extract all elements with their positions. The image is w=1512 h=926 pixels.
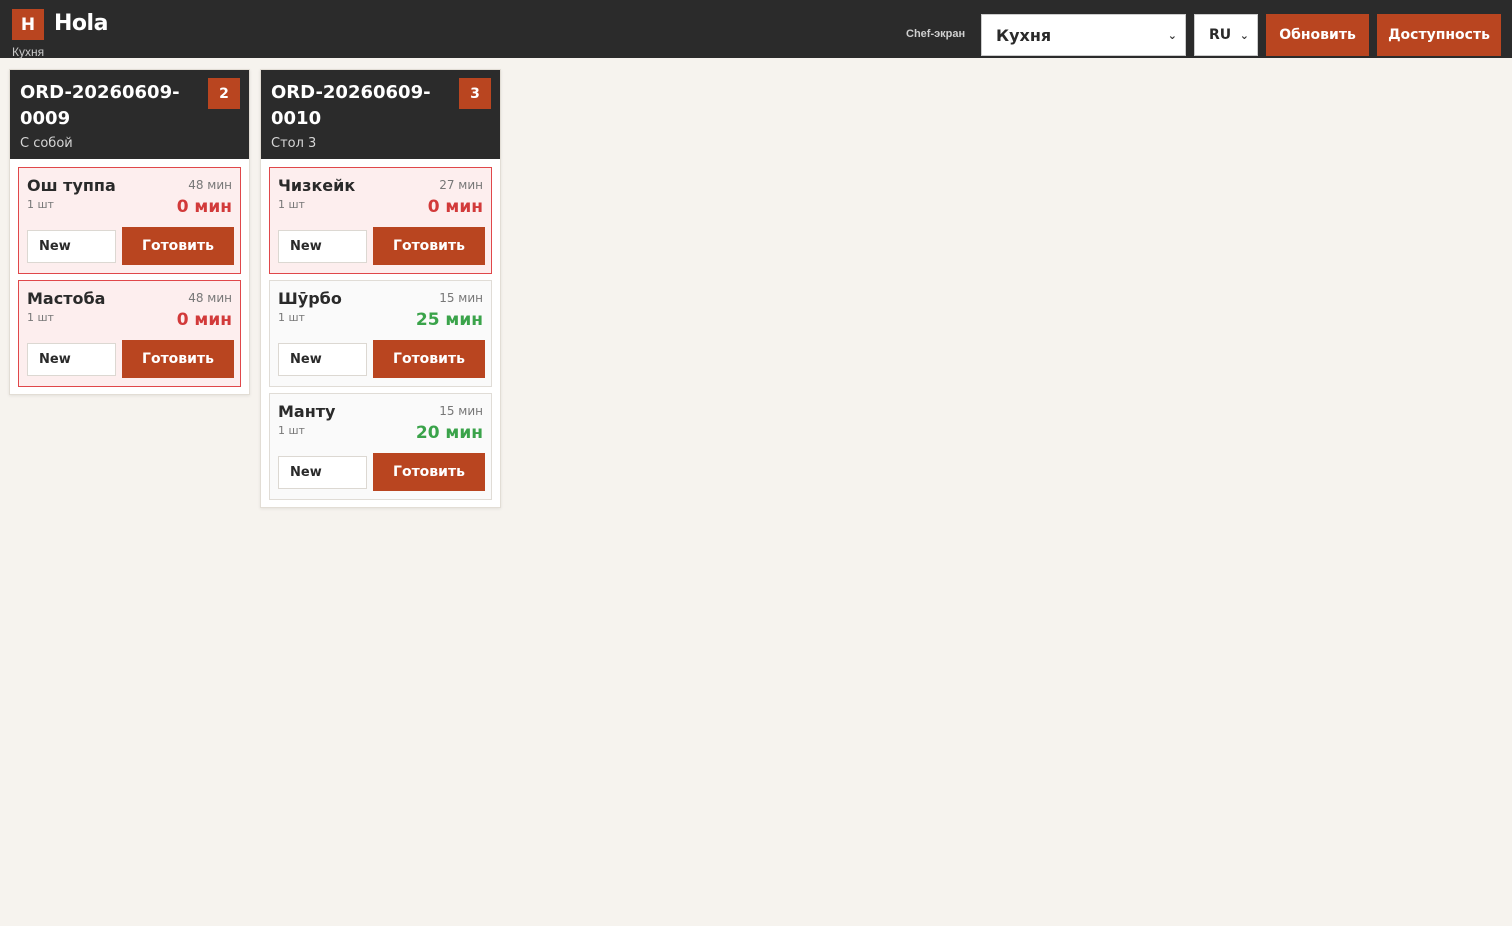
order-card: ORD-20260609-0009 С собой 2 Ош туппа 1 ш… xyxy=(9,69,250,395)
language-select-value: RU xyxy=(1209,27,1232,43)
item-status-field[interactable]: New xyxy=(278,456,367,489)
order-number: ORD-20260609-0009 xyxy=(20,82,180,129)
station-subtitle: Кухня xyxy=(12,45,45,59)
refresh-button[interactable]: Обновить xyxy=(1266,14,1369,56)
item-status-field[interactable]: New xyxy=(278,343,367,376)
cook-button[interactable]: Готовить xyxy=(122,340,234,378)
order-header: ORD-20260609-0010 Стол 3 3 xyxy=(261,70,500,159)
station-select[interactable]: Кухня ⌄ xyxy=(981,14,1186,56)
item-status-field[interactable]: New xyxy=(278,230,367,263)
cook-button[interactable]: Готовить xyxy=(122,227,234,265)
availability-button[interactable]: Доступность xyxy=(1377,14,1501,56)
item-estimate-time: 48 мин xyxy=(188,178,232,192)
cook-button[interactable]: Готовить xyxy=(373,227,485,265)
chevron-down-icon: ⌄ xyxy=(1239,29,1249,42)
item-estimate-time: 15 мин xyxy=(439,291,483,305)
order-card: ORD-20260609-0010 Стол 3 3 Чизкейк 1 шт … xyxy=(260,69,501,508)
cook-button[interactable]: Готовить xyxy=(373,340,485,378)
order-number: ORD-20260609-0010 xyxy=(271,82,431,129)
item-estimate-time: 27 мин xyxy=(439,178,483,192)
order-item-count-badge: 2 xyxy=(208,78,240,109)
language-select[interactable]: RU ⌄ xyxy=(1194,14,1258,56)
order-item-count-badge: 3 xyxy=(459,78,491,109)
order-type: Стол 3 xyxy=(271,136,317,151)
order-item: Ош туппа 1 шт 48 мин 0 мин New Готовить xyxy=(18,167,241,274)
app-title: Hola xyxy=(54,11,108,36)
station-select-value: Кухня xyxy=(996,25,1052,45)
order-header: ORD-20260609-0009 С собой 2 xyxy=(10,70,249,159)
order-item: Манту 1 шт 15 мин 20 мин New Готовить xyxy=(269,393,492,500)
item-estimate-time: 48 мин xyxy=(188,291,232,305)
order-item: Мастоба 1 шт 48 мин 0 мин New Готовить xyxy=(18,280,241,387)
item-remaining-time: 20 мин xyxy=(415,423,483,443)
item-remaining-time: 0 мин xyxy=(427,197,483,217)
logo: H xyxy=(12,9,44,40)
item-remaining-time: 0 мин xyxy=(176,310,232,330)
item-status-field[interactable]: New xyxy=(27,343,116,376)
cook-button[interactable]: Готовить xyxy=(373,453,485,491)
item-remaining-time: 25 мин xyxy=(415,310,483,330)
order-item: Чизкейк 1 шт 27 мин 0 мин New Готовить xyxy=(269,167,492,274)
top-bar: H Hola Кухня Chef-экран Кухня ⌄ RU ⌄ Обн… xyxy=(0,0,1512,59)
item-status-field[interactable]: New xyxy=(27,230,116,263)
item-remaining-time: 0 мин xyxy=(176,197,232,217)
order-item: Шӯрбо 1 шт 15 мин 25 мин New Готовить xyxy=(269,280,492,387)
chevron-down-icon: ⌄ xyxy=(1167,29,1177,42)
order-type: С собой xyxy=(20,136,73,151)
item-estimate-time: 15 мин xyxy=(439,404,483,418)
chef-screen-label: Chef-экран xyxy=(906,28,966,40)
